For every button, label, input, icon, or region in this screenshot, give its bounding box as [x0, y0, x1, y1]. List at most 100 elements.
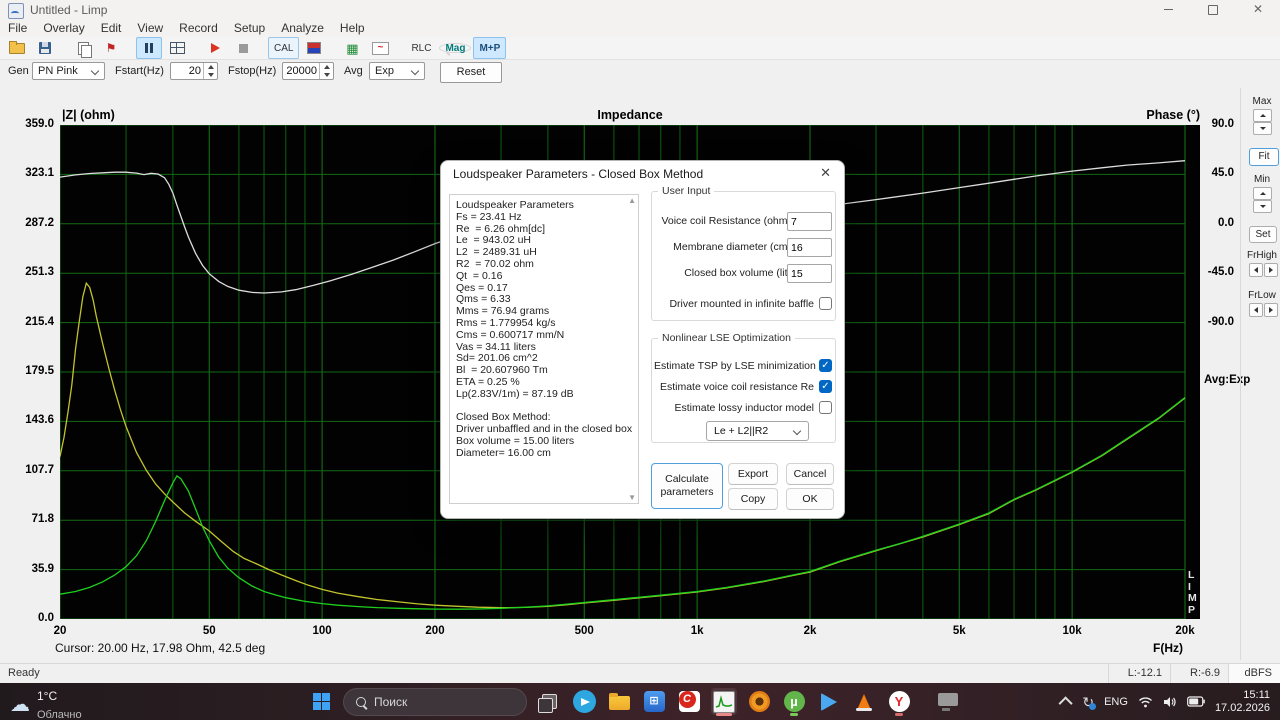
copy-button-dialog[interactable]: Copy: [728, 488, 778, 510]
open-file-button[interactable]: [4, 37, 30, 59]
min-down-button[interactable]: [1253, 200, 1272, 213]
box-volume-input[interactable]: [787, 264, 832, 283]
wifi-icon[interactable]: [1138, 696, 1153, 708]
menu-overlay[interactable]: Overlay: [35, 20, 92, 36]
taskbar-apps: Поиск ⊞ C µ Y: [308, 687, 912, 716]
frhigh-arrows[interactable]: [1249, 263, 1278, 277]
lse-re-checkbox[interactable]: ✓: [819, 380, 832, 393]
save-button[interactable]: [32, 37, 58, 59]
baffle-checkbox[interactable]: [819, 297, 832, 310]
taskbar: ☁ 1°C Облачно Поиск ⊞ C µ Y ↻ ENG 15:11 …: [0, 683, 1280, 720]
close-button[interactable]: ✕: [1236, 0, 1280, 20]
task-view-button[interactable]: [536, 688, 562, 715]
start-button[interactable]: [308, 688, 334, 715]
menu-setup[interactable]: Setup: [226, 20, 273, 36]
record-play-button[interactable]: [202, 37, 228, 59]
fstop-spinner[interactable]: [319, 63, 333, 79]
tray-chevron-icon[interactable]: [1058, 695, 1074, 710]
player-app[interactable]: [816, 688, 842, 715]
menu-analyze[interactable]: Analyze: [273, 20, 332, 36]
frhigh-right-button[interactable]: [1264, 263, 1278, 277]
pause-button[interactable]: [136, 37, 162, 59]
ok-button[interactable]: OK: [786, 488, 834, 510]
minimize-button[interactable]: [1146, 0, 1190, 20]
stop-button[interactable]: [230, 37, 256, 59]
overlay-flag-button[interactable]: [301, 37, 327, 59]
calculator-app[interactable]: ⊞: [641, 688, 667, 715]
generator-select[interactable]: PN Pink: [32, 62, 105, 80]
frlow-left-button[interactable]: [1249, 303, 1263, 317]
telegram-app[interactable]: [571, 688, 597, 715]
calculate-parameters-button[interactable]: Calculate parameters: [651, 463, 723, 509]
fit-button[interactable]: Fit: [1249, 148, 1279, 166]
set-button[interactable]: Set: [1249, 226, 1277, 243]
weather-widget[interactable]: ☁ 1°C Облачно: [10, 687, 82, 720]
mag-phase-button[interactable]: M+P: [473, 37, 507, 59]
max-up-button[interactable]: [1253, 109, 1272, 122]
tray-device-icon[interactable]: [938, 693, 958, 711]
export-button[interactable]: Export: [728, 463, 778, 485]
limp-logo: L I M P: [1188, 569, 1197, 616]
menu-help[interactable]: Help: [332, 20, 373, 36]
copy-button[interactable]: [70, 37, 96, 59]
clock[interactable]: 15:11 17.02.2026: [1215, 689, 1270, 715]
scroll-up-icon[interactable]: ▲: [628, 196, 636, 205]
voice-coil-input[interactable]: [787, 212, 832, 231]
menu-file[interactable]: File: [0, 20, 35, 36]
frlow-arrows[interactable]: [1249, 303, 1278, 317]
volume-icon[interactable]: [1163, 696, 1177, 708]
cal-button[interactable]: CAL: [268, 37, 300, 59]
yandex-app[interactable]: Y: [886, 688, 912, 716]
lse-tsp-checkbox[interactable]: ✓: [819, 359, 832, 372]
menu-edit[interactable]: Edit: [93, 20, 130, 36]
min-up-button[interactable]: [1253, 187, 1272, 200]
utorrent-running-indicator: [790, 713, 798, 716]
mag-button[interactable]: Mag: [439, 43, 472, 54]
fstop-value: 20000: [286, 65, 317, 77]
max-down-button[interactable]: [1253, 122, 1272, 135]
pen-button[interactable]: ⚑: [98, 37, 124, 59]
battery-icon[interactable]: [1187, 696, 1205, 707]
lse-lossy-checkbox[interactable]: [819, 401, 832, 414]
chart-title: Impedance: [597, 108, 663, 122]
sync-icon[interactable]: ↻: [1082, 695, 1097, 710]
lse-legend: Nonlinear LSE Optimization: [658, 332, 795, 344]
vlc-app[interactable]: [851, 688, 877, 715]
y-axis-label-left: 323.1: [25, 167, 54, 180]
frlow-right-button[interactable]: [1264, 303, 1278, 317]
parameters-listbox[interactable]: Loudspeaker Parameters Fs = 23.41 Hz Re …: [449, 194, 639, 504]
y-axis-label-left: 71.8: [31, 513, 54, 526]
red-c-app[interactable]: C: [676, 688, 702, 715]
utorrent-app[interactable]: µ: [781, 688, 807, 716]
dialog-close-button[interactable]: ✕: [820, 165, 831, 181]
table-button[interactable]: [164, 37, 190, 59]
scope-button[interactable]: ~: [367, 37, 393, 59]
menu-record[interactable]: Record: [171, 20, 226, 36]
menu-view[interactable]: View: [129, 20, 171, 36]
y-axis-label-right: -90.0: [1207, 315, 1234, 328]
scroll-down-icon[interactable]: ▼: [628, 493, 636, 502]
maximize-button[interactable]: [1191, 0, 1235, 20]
cancel-button[interactable]: Cancel: [786, 463, 834, 485]
x-axis-label: 2k: [803, 625, 817, 637]
inductor-model-select[interactable]: Le + L2||R2: [706, 421, 809, 441]
windows-logo-icon: [312, 693, 330, 710]
orange-app[interactable]: [746, 688, 772, 715]
spectrum-button[interactable]: ▦: [339, 37, 365, 59]
reset-button[interactable]: Reset: [440, 62, 502, 83]
rlc-button[interactable]: RLC: [405, 37, 437, 59]
x-axis-label: 10k: [1062, 625, 1082, 637]
limp-app-taskbar[interactable]: [711, 688, 737, 716]
search-input[interactable]: Поиск: [343, 687, 527, 716]
fstart-value: 20: [188, 65, 201, 77]
averaging-select[interactable]: Exp: [369, 62, 425, 80]
membrane-input[interactable]: [787, 238, 832, 257]
x-axis-label: 200: [425, 625, 445, 637]
fstart-input[interactable]: 20: [170, 62, 218, 80]
frhigh-left-button[interactable]: [1249, 263, 1263, 277]
yandex-running-indicator: [895, 713, 903, 716]
fstart-spinner[interactable]: [203, 63, 217, 79]
language-indicator[interactable]: ENG: [1104, 696, 1128, 708]
explorer-app[interactable]: [606, 688, 632, 715]
fstop-input[interactable]: 20000: [282, 62, 334, 80]
